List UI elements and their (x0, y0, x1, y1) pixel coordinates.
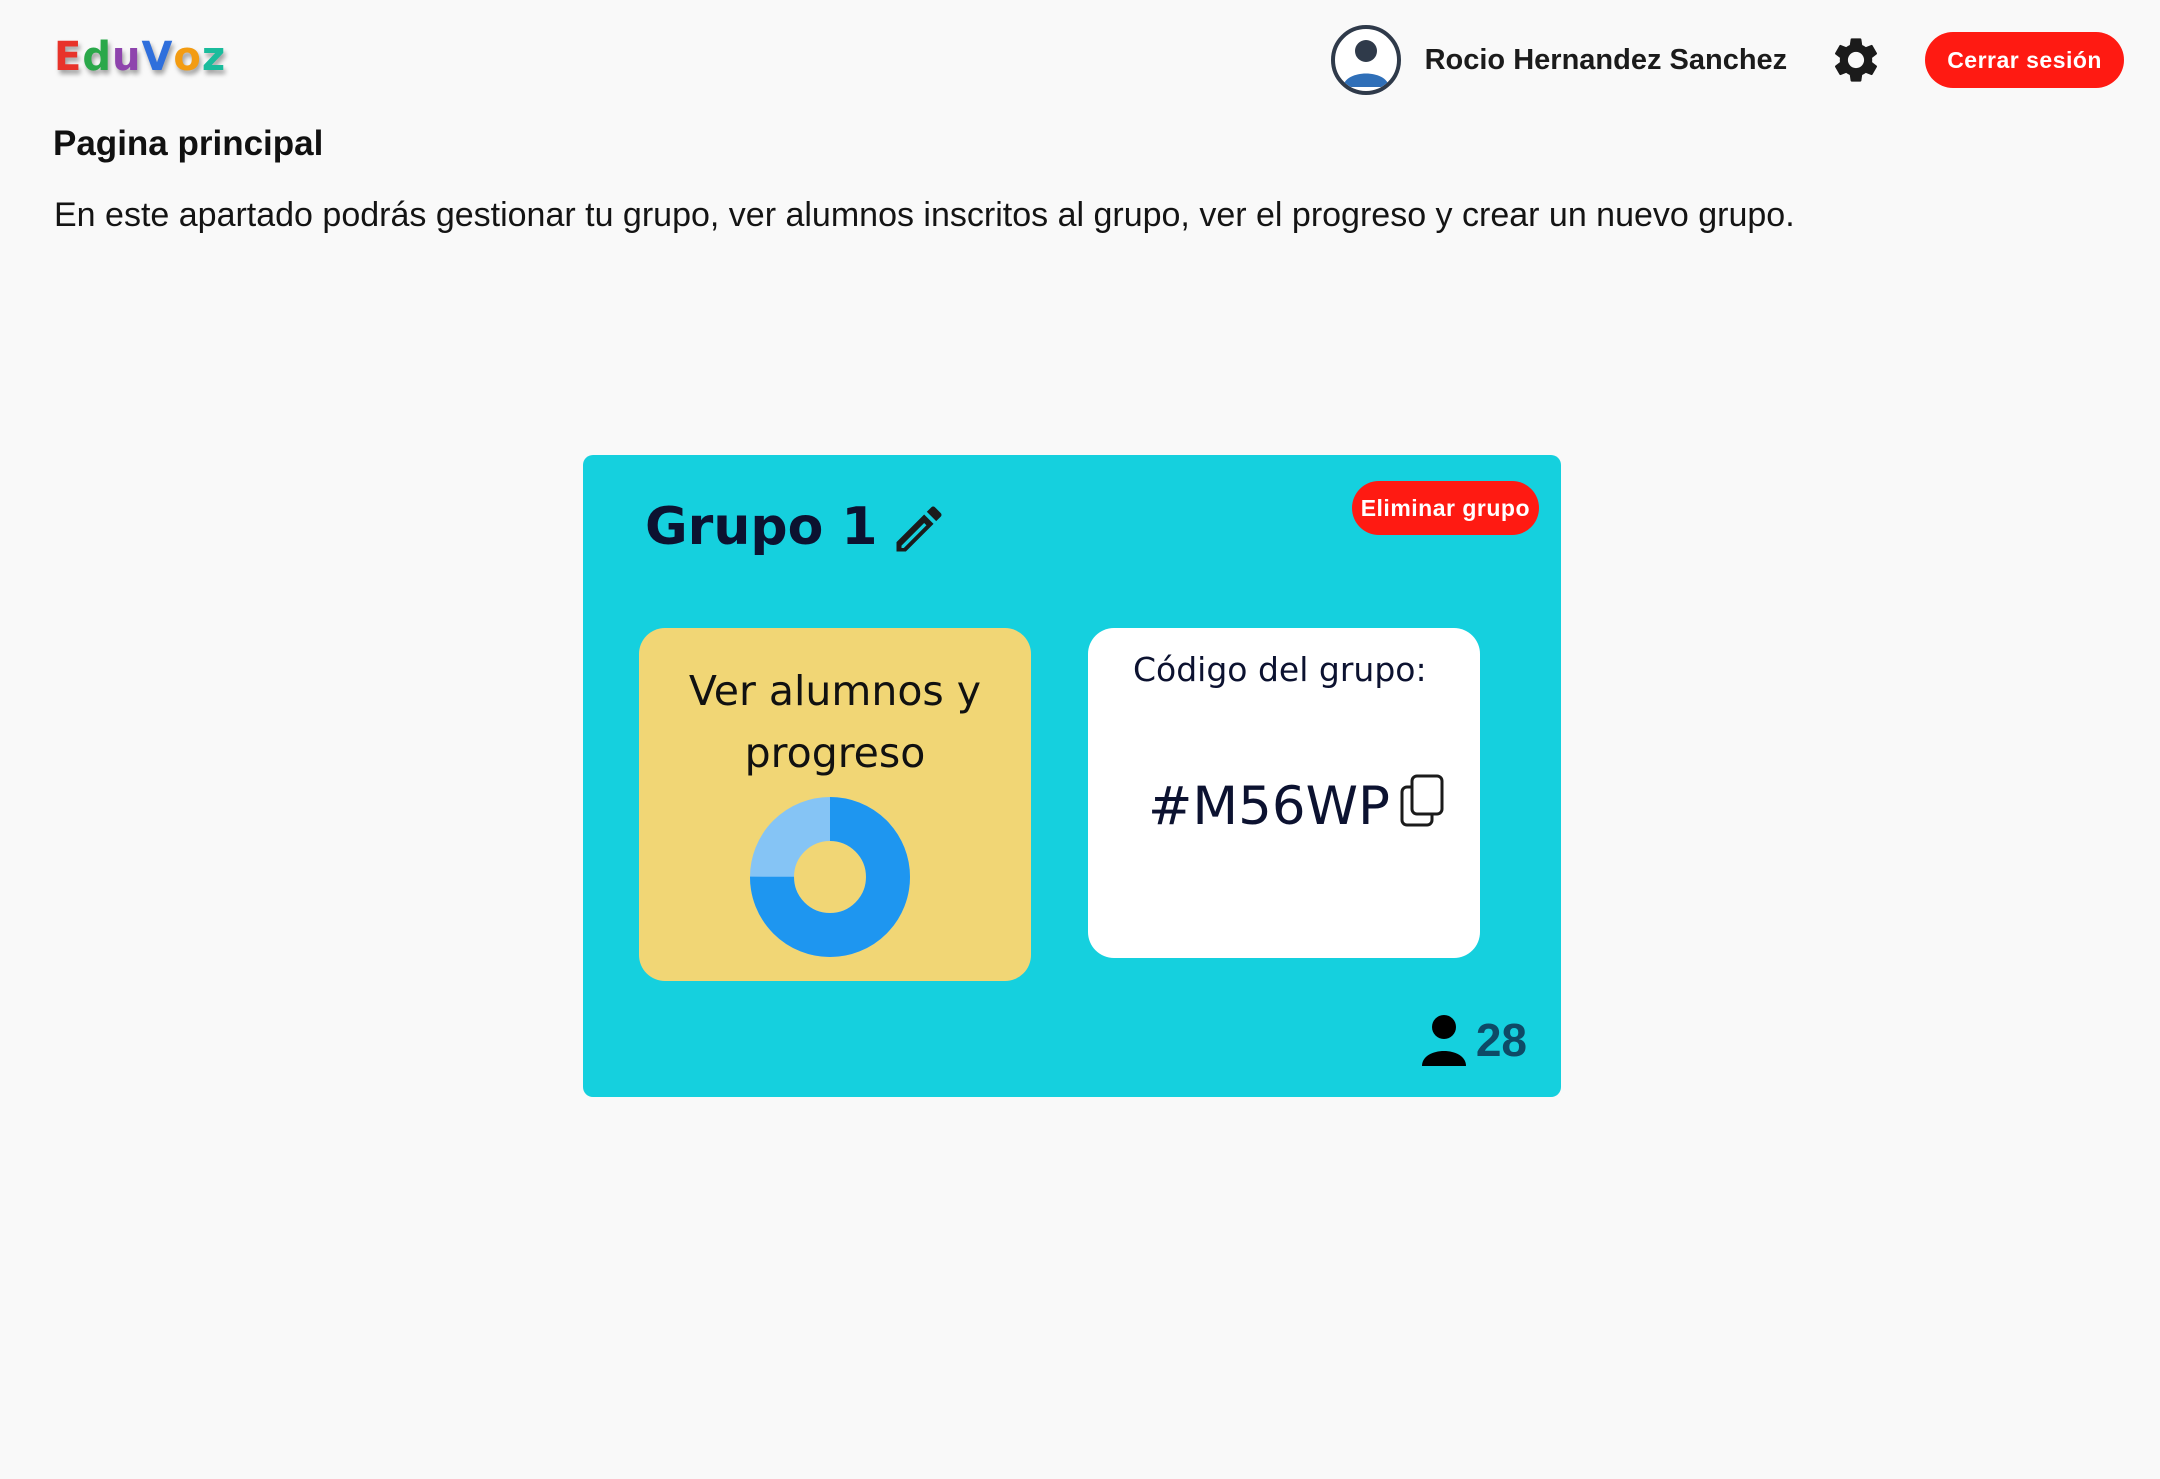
person-icon (1421, 1015, 1466, 1066)
copy-icon[interactable] (1398, 773, 1448, 829)
progress-label-line-2: progreso (744, 729, 926, 777)
members-count: 28 (1475, 1014, 1527, 1066)
view-students-progress-button[interactable]: Ver alumnos y progreso (639, 628, 1031, 981)
logo-letter: o (173, 34, 202, 80)
group-code-value: #M56WP (1148, 776, 1390, 837)
logo-letter: E (54, 34, 83, 80)
pencil-icon[interactable] (889, 499, 949, 559)
logo-letter: z (201, 34, 227, 80)
logo-letter: u (111, 34, 142, 80)
page-description: En este apartado podrás gestionar tu gru… (54, 196, 1795, 234)
members-count-badge: 28 (1420, 1013, 1527, 1067)
progress-donut-icon (750, 797, 910, 957)
progress-label-line-1: Ver alumnos y (688, 667, 982, 715)
app-logo[interactable]: EduVoz (54, 34, 226, 80)
group-code-tile: Código del grupo: #M56WP (1088, 628, 1480, 958)
delete-group-button[interactable]: Eliminar grupo (1351, 481, 1539, 535)
view-students-progress-label: Ver alumnos y progreso (639, 660, 1031, 784)
gear-icon[interactable] (1829, 33, 1883, 87)
user-name: Rocio Hernandez Sanchez (1424, 43, 1788, 76)
logo-letter: d (82, 34, 112, 80)
logout-button[interactable]: Cerrar sesión (1925, 32, 2124, 88)
group-card: Grupo 1 Eliminar grupo Ver alumnos y pro… (583, 455, 1561, 1097)
page-title: Pagina principal (53, 124, 324, 163)
group-code-label: Código del grupo: (1133, 650, 1427, 689)
logo-letter: V (141, 34, 174, 80)
user-avatar-icon[interactable] (1330, 25, 1401, 95)
group-name: Grupo 1 (645, 497, 878, 557)
user-area: Rocio Hernandez Sanchez Cerrar sesión (1330, 22, 2124, 98)
